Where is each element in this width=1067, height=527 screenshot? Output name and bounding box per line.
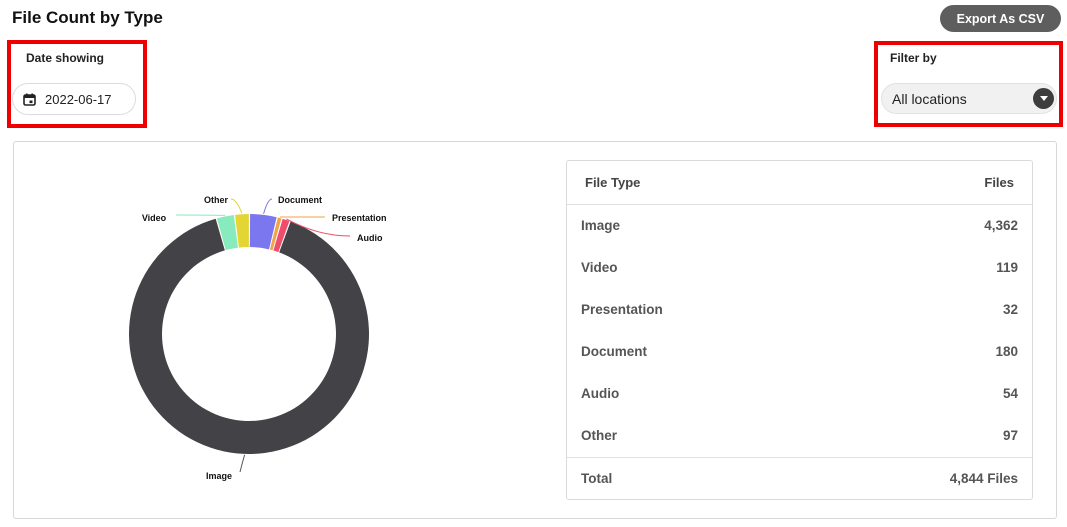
caret-down-icon[interactable] xyxy=(1033,88,1054,109)
leader-line-other xyxy=(230,198,243,214)
total-value: 4,844 Files xyxy=(949,471,1018,486)
leader-line-document xyxy=(263,198,273,215)
location-filter-value: All locations xyxy=(892,90,967,107)
location-filter-select[interactable]: All locations xyxy=(881,83,1057,114)
table-row: Audio 54 xyxy=(567,373,1032,415)
donut-chart: Image Video Other Document Presentation Audio xyxy=(129,195,387,481)
row-count: 97 xyxy=(1002,428,1018,443)
row-count: 180 xyxy=(995,344,1018,359)
row-type: Audio xyxy=(581,386,620,401)
leader-line-image xyxy=(239,454,246,473)
donut-slice-image[interactable] xyxy=(129,218,369,454)
table-row: Image 4,362 xyxy=(567,205,1032,247)
slice-label-other: Other xyxy=(204,195,229,205)
table-row: Video 119 xyxy=(567,247,1032,289)
table-row: Document 180 xyxy=(567,331,1032,373)
total-label: Total xyxy=(581,471,613,486)
slice-label-image: Image xyxy=(206,471,232,481)
table-total-row: Total 4,844 Files xyxy=(567,458,1032,500)
row-type: Presentation xyxy=(581,302,663,317)
column-header-file-type: File Type xyxy=(585,175,641,190)
table-row: Presentation 32 xyxy=(567,289,1032,331)
row-count: 54 xyxy=(1002,386,1018,401)
export-csv-button[interactable]: Export As CSV xyxy=(940,5,1061,32)
row-type: Image xyxy=(581,218,621,233)
filter-by-label: Filter by xyxy=(890,51,937,65)
slice-label-document: Document xyxy=(278,195,322,205)
slice-label-video: Video xyxy=(142,213,167,223)
row-type: Video xyxy=(581,260,618,275)
file-type-table: File Type Files Image 4,362 Video 119 Pr… xyxy=(566,160,1033,500)
row-count: 4,362 xyxy=(984,218,1018,233)
row-type: Other xyxy=(581,428,618,443)
table-row: Other 97 xyxy=(567,415,1032,457)
row-count: 119 xyxy=(996,260,1018,275)
slice-label-presentation: Presentation xyxy=(332,213,387,223)
slice-label-audio: Audio xyxy=(357,233,383,243)
row-type: Document xyxy=(581,344,648,359)
column-header-files: Files xyxy=(984,175,1014,190)
row-count: 32 xyxy=(1002,302,1018,317)
